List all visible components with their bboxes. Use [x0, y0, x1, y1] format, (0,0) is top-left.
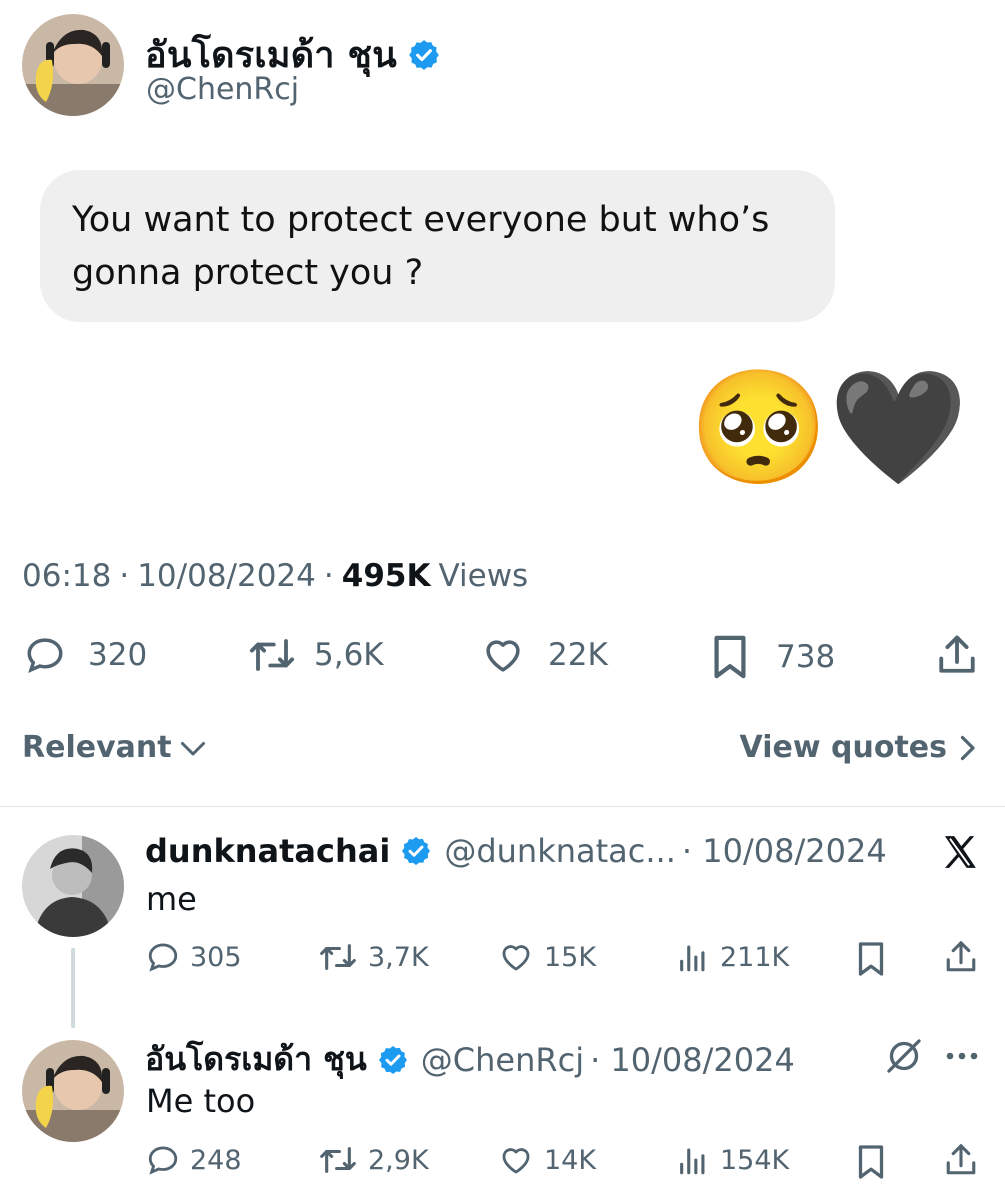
reply-header: dunknatachai @dunknatac... · 10/08/2024 — [145, 832, 887, 870]
reply-like-button[interactable]: 14K — [498, 1143, 596, 1177]
like-button[interactable]: 22K — [480, 634, 608, 676]
like-count: 14K — [544, 1144, 597, 1176]
reply-button[interactable]: 320 — [22, 634, 147, 676]
views-count: 154K — [720, 1144, 790, 1176]
reply-share-button[interactable] — [944, 1141, 978, 1179]
reply-author-handle[interactable]: @dunknatac... — [444, 832, 676, 870]
grok-icon[interactable] — [884, 1036, 924, 1080]
reply-header: อันโดรเมด้า ชุน @ChenRcj · 10/08/2024 — [145, 1034, 795, 1085]
author-handle[interactable]: @ChenRcj — [146, 72, 299, 107]
like-count: 15K — [544, 941, 597, 973]
author-avatar[interactable] — [22, 14, 124, 116]
verified-icon — [409, 39, 439, 70]
reply-reply-button[interactable]: 305 — [146, 940, 242, 974]
like-icon — [502, 1148, 530, 1174]
sort-dropdown[interactable]: Relevant — [22, 730, 208, 765]
views-count: 495K — [341, 558, 431, 594]
reply-count: 248 — [190, 1144, 242, 1176]
reply-author-name[interactable]: dunknatachai — [145, 832, 390, 870]
reply-avatar[interactable] — [22, 1040, 124, 1142]
share-button[interactable] — [936, 632, 978, 678]
thread-line — [71, 948, 75, 1028]
meta-separator: · — [119, 558, 130, 594]
like-icon — [486, 640, 520, 672]
chevron-down-icon — [180, 741, 205, 755]
x-logo-icon — [940, 832, 980, 876]
tweet-text-bubble: You want to protect everyone but who’s g… — [40, 170, 835, 322]
repost-icon — [249, 639, 295, 671]
verified-icon — [378, 1045, 407, 1074]
tweet-text-line-2: gonna protect you ? — [72, 253, 424, 293]
repost-count: 5,6K — [314, 637, 384, 673]
section-divider — [0, 806, 1005, 807]
tweet-text-line-1: You want to protect everyone but who’s — [72, 200, 770, 240]
view-quotes-link[interactable]: View quotes — [740, 730, 977, 765]
reply-date[interactable]: · 10/08/2024 — [682, 832, 887, 870]
bookmark-button[interactable]: 738 — [710, 634, 835, 680]
views-icon — [680, 945, 705, 972]
share-icon — [946, 1144, 976, 1175]
repost-count: 2,9K — [368, 1144, 429, 1176]
reply-repost-button[interactable]: 3,7K — [318, 940, 429, 974]
reply-icon — [148, 1146, 178, 1175]
views-icon — [680, 1148, 705, 1175]
reply-bookmark-button[interactable] — [856, 940, 886, 978]
bookmark-icon — [714, 635, 746, 679]
like-icon — [502, 945, 530, 971]
views-label: Views — [438, 558, 529, 594]
reply-count: 305 — [190, 941, 242, 973]
reply-avatar[interactable] — [22, 835, 124, 937]
tweet-time[interactable]: 06:18 — [22, 558, 111, 594]
repost-icon — [320, 944, 356, 970]
repost-count: 3,7K — [368, 941, 429, 973]
reply-date[interactable]: · 10/08/2024 — [590, 1041, 795, 1079]
reply-icon — [27, 638, 63, 674]
reply-like-button[interactable]: 15K — [498, 940, 596, 974]
sort-label: Relevant — [22, 730, 172, 765]
reply-views-button[interactable]: 211K — [676, 940, 789, 974]
repost-icon — [320, 1147, 356, 1173]
reply-icon — [148, 943, 178, 972]
bookmark-icon — [858, 1145, 884, 1179]
reply-reply-button[interactable]: 248 — [146, 1143, 242, 1177]
meta-separator: · — [323, 558, 334, 594]
reply-count: 320 — [88, 637, 148, 673]
reply-share-button[interactable] — [944, 938, 978, 976]
more-icon[interactable] — [944, 1046, 980, 1070]
repost-button[interactable]: 5,6K — [246, 634, 384, 676]
view-quotes-label: View quotes — [739, 730, 947, 765]
reply-repost-button[interactable]: 2,9K — [318, 1143, 429, 1177]
reply-text: me — [146, 880, 197, 918]
share-icon — [939, 635, 975, 673]
reply-bookmark-button[interactable] — [856, 1143, 886, 1181]
bookmark-count: 738 — [776, 639, 836, 675]
tweet-date[interactable]: 10/08/2024 — [137, 558, 316, 594]
chevron-right-icon — [960, 735, 975, 760]
views-count: 211K — [720, 941, 790, 973]
reply-text: Me too — [146, 1082, 256, 1120]
reply-author-name[interactable]: อันโดรเมด้า ชุน — [145, 1034, 367, 1085]
tweet-emojis: 🥺🖤 — [689, 363, 968, 493]
reply-views-button[interactable]: 154K — [676, 1143, 789, 1177]
tweet-meta: 06:18 · 10/08/2024 · 495K Views — [22, 558, 528, 594]
like-count: 22K — [548, 637, 608, 673]
share-icon — [946, 941, 976, 972]
bookmark-icon — [858, 942, 884, 976]
verified-icon — [402, 837, 431, 865]
reply-author-handle[interactable]: @ChenRcj — [421, 1041, 584, 1079]
